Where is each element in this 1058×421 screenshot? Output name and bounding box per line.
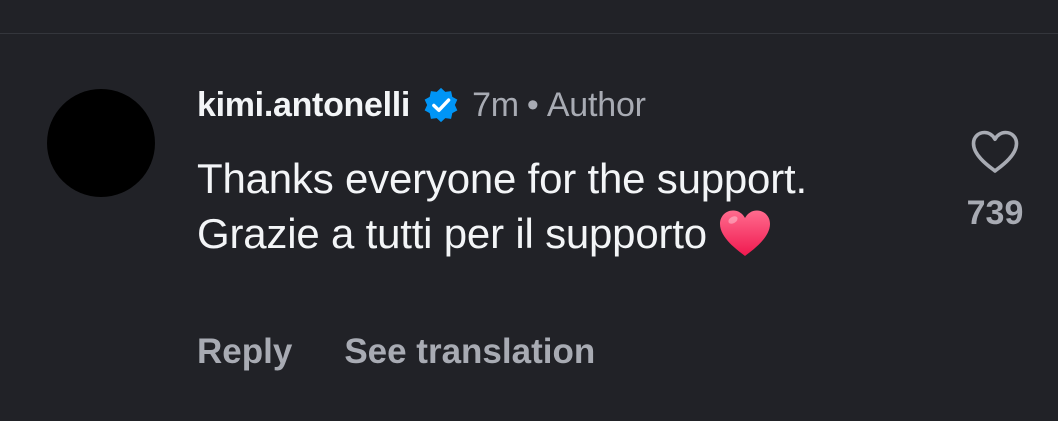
top-divider (0, 33, 1058, 34)
see-translation-button[interactable]: See translation (344, 332, 595, 372)
red-heart-emoji (717, 208, 773, 258)
meta-separator: • (526, 85, 539, 124)
like-count: 739 (966, 194, 1024, 232)
verified-badge-icon (422, 86, 460, 124)
username[interactable]: kimi.antonelli (197, 86, 410, 125)
like-button[interactable] (969, 128, 1021, 176)
avatar[interactable] (47, 89, 155, 197)
comment-body: Thanks everyone for the support. Grazie … (197, 151, 857, 261)
comment-time: 7m (472, 85, 519, 124)
comment-text: Thanks everyone for the support. Grazie … (197, 155, 807, 257)
heart-outline-icon (969, 130, 1021, 180)
comment-header: kimi.antonelli 7m • Author (197, 82, 646, 128)
comment-actions: Reply See translation (197, 332, 595, 372)
author-label: Author (546, 85, 646, 124)
reply-button[interactable]: Reply (197, 332, 292, 372)
